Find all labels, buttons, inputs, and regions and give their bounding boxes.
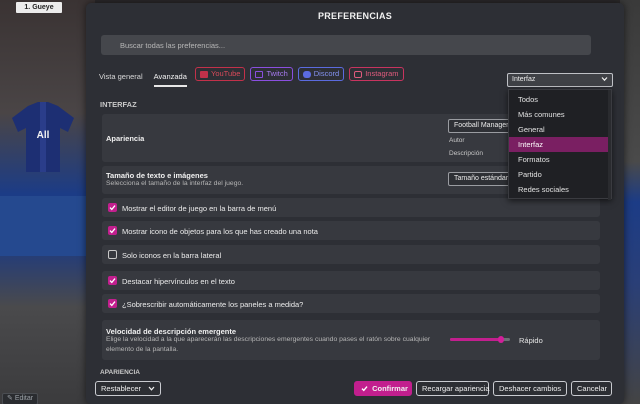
check-icon (109, 301, 116, 307)
menu-item-redes-sociales[interactable]: Redes sociales (509, 182, 611, 197)
autor-label: Autor (449, 137, 465, 144)
menu-scrollbar[interactable] (608, 90, 611, 200)
slider-fill (450, 338, 501, 341)
tab-vista-general[interactable]: Vista general (99, 67, 148, 87)
check-icon (361, 386, 368, 392)
jersey-image: All (12, 102, 74, 172)
appearance-title: Apariencia (106, 134, 145, 143)
checkbox-label: Destacar hipervínculos en el texto (122, 277, 235, 286)
menu-item-mas-comunes[interactable]: Más comunes (509, 107, 611, 122)
checkbox-checked[interactable] (108, 299, 117, 308)
category-select[interactable]: Interfaz (507, 73, 613, 87)
checkbox-label: Solo iconos en la barra lateral (122, 251, 222, 260)
checkbox-row[interactable]: Mostrar el editor de juego en la barra d… (102, 198, 600, 217)
tooltip-speed-slider[interactable] (450, 336, 510, 343)
editar-label: Editar (14, 395, 34, 402)
menu-item-interfaz[interactable]: Interfaz (509, 137, 611, 152)
discord-icon (302, 70, 311, 78)
category-select-value: Interfaz (512, 76, 536, 83)
search-box (101, 35, 591, 55)
youtube-icon (200, 70, 208, 78)
slider-handle[interactable] (498, 336, 504, 343)
checkbox-label: ¿Sobrescribir automáticamente los panele… (122, 300, 304, 309)
dialog-title: PREFERENCIAS (317, 11, 393, 21)
section-apariencia: APARIENCIA (100, 369, 140, 376)
reload-appearance-button[interactable]: Recargar apariencia (416, 381, 490, 396)
twitch-label: Twitch (266, 69, 288, 78)
undo-changes-button[interactable]: Deshacer cambios (493, 381, 567, 396)
check-icon (109, 205, 116, 211)
checkbox-row[interactable]: Mostrar icono de objetos para los que ha… (102, 221, 600, 240)
checkbox-row[interactable]: Solo iconos en la barra lateral (102, 245, 600, 264)
locker-bench (0, 196, 95, 256)
player-nameplate: 1. Gueye (16, 2, 62, 13)
check-icon (109, 228, 116, 234)
editar-button[interactable]: ✎ Editar (2, 393, 39, 404)
checkbox-row[interactable]: ¿Sobrescribir automáticamente los panele… (102, 294, 600, 313)
search-input[interactable] (101, 35, 591, 55)
tab-bar: Vista general Avanzada (99, 67, 193, 89)
instagram-link[interactable]: Instagram (349, 67, 404, 81)
checkbox-label: Mostrar icono de objetos para los que ha… (122, 227, 318, 236)
twitch-icon (255, 70, 264, 78)
menu-item-general[interactable]: General (509, 122, 611, 137)
appearance-select-button[interactable]: Football Manager (448, 119, 510, 133)
twitch-link[interactable]: Twitch (250, 67, 293, 81)
discord-link[interactable]: Discord (297, 67, 345, 81)
social-links: YouTube Twitch Discord Instagram (195, 67, 409, 81)
check-icon (109, 278, 116, 284)
menu-item-formatos[interactable]: Formatos (509, 152, 611, 167)
checkbox-label: Mostrar el editor de juego en la barra d… (122, 204, 277, 213)
chevron-down-icon (601, 77, 608, 82)
youtube-link[interactable]: YouTube (195, 67, 246, 81)
discord-label: Discord (313, 69, 340, 78)
text-size-button[interactable]: Tamaño estándar (448, 172, 510, 186)
checkbox-row[interactable]: Destacar hipervínculos en el texto (102, 271, 600, 290)
tooltip-speed-subtitle-2: elemento de la pantalla. (106, 346, 179, 353)
instagram-label: Instagram (365, 69, 399, 78)
reset-button[interactable]: Restablecer (95, 381, 161, 396)
checkbox-checked[interactable] (108, 203, 117, 212)
category-dropdown-menu: Todos Más comunes General Interfaz Forma… (508, 89, 612, 200)
descripcion-label: Descripción (449, 150, 483, 157)
confirm-button[interactable]: Confirmar (354, 381, 412, 396)
youtube-label: YouTube (211, 69, 241, 78)
cancel-button[interactable]: Cancelar (571, 381, 612, 396)
checkbox-unchecked[interactable] (108, 250, 117, 259)
tooltip-speed-card: Velocidad de descripción emergente Elige… (102, 320, 600, 360)
text-size-subtitle: Selecciona el tamaño de la interfaz del … (106, 180, 244, 187)
checkbox-checked[interactable] (108, 276, 117, 285)
section-interfaz: INTERFAZ (100, 100, 137, 109)
tab-avanzada[interactable]: Avanzada (153, 67, 187, 87)
checkbox-checked[interactable] (108, 226, 117, 235)
menu-item-todos[interactable]: Todos (509, 92, 611, 107)
chevron-down-icon (148, 386, 155, 391)
menu-item-partido[interactable]: Partido (509, 167, 611, 182)
reset-label: Restablecer (101, 384, 142, 393)
instagram-icon (354, 70, 363, 78)
tooltip-speed-value: Rápido (519, 336, 543, 345)
confirm-label: Confirmar (372, 384, 408, 393)
tooltip-speed-subtitle-1: Elige la velocidad a la que aparecerán l… (106, 336, 431, 343)
svg-text:All: All (37, 130, 50, 141)
